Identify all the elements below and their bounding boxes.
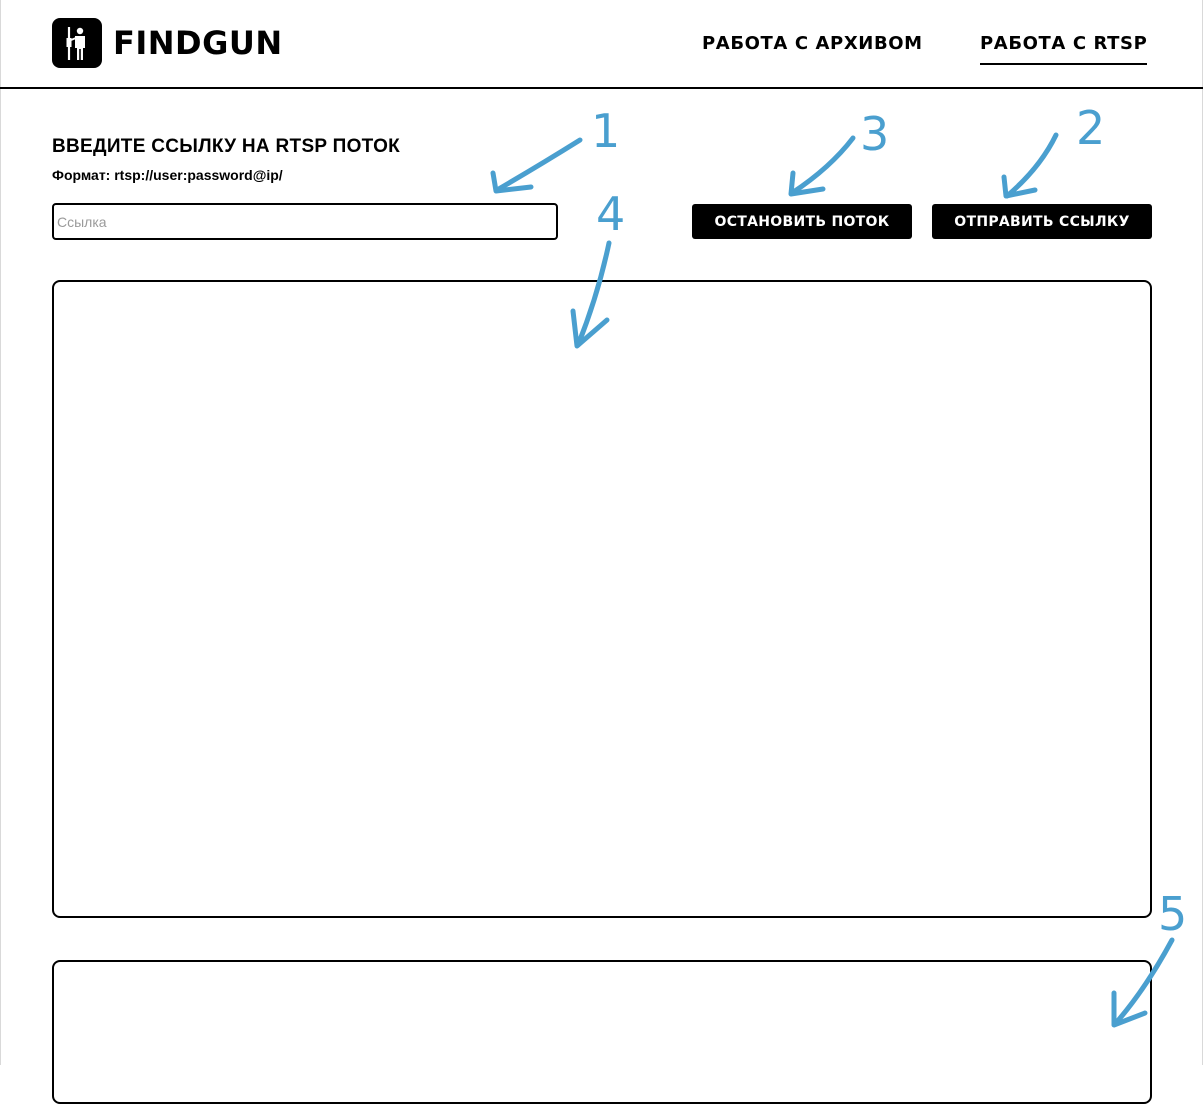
app-name: FINDGUN <box>113 24 283 62</box>
annotation-label: 2 <box>1076 101 1105 155</box>
nav-archive[interactable]: РАБОТА С АРХИВОМ <box>702 33 923 55</box>
soldier-with-rifle-icon <box>52 18 102 68</box>
annotation-arrowhead <box>1001 174 1038 199</box>
logo[interactable]: FINDGUN <box>52 18 283 68</box>
nav-rtsp[interactable]: РАБОТА С RTSP <box>980 33 1148 65</box>
page-title: ВВЕДИТЕ ССЫЛКУ НА RTSP ПОТОК <box>52 136 401 157</box>
annotation-arrow <box>789 135 856 196</box>
video-stream-panel <box>52 280 1152 918</box>
annotation-arrowhead <box>788 170 826 197</box>
rtsp-url-input[interactable] <box>52 203 558 240</box>
annotation-arrow <box>494 137 583 193</box>
format-hint: Формат: rtsp://user:password@ip/ <box>52 167 283 183</box>
header: FINDGUN РАБОТА С АРХИВОМ РАБОТА С RTSP <box>0 0 1203 89</box>
annotation-arrowhead <box>490 170 534 194</box>
annotation-label: 4 <box>596 187 625 241</box>
annotation-arrow <box>1004 132 1059 199</box>
annotation-label: 1 <box>591 104 620 158</box>
results-panel <box>52 960 1152 1104</box>
annotation-label: 5 <box>1158 887 1187 941</box>
stop-stream-button[interactable]: ОСТАНОВИТЬ ПОТОК <box>692 204 912 239</box>
annotation-label: 3 <box>860 107 889 161</box>
send-link-button[interactable]: ОТПРАВИТЬ ССЫЛКУ <box>932 204 1152 239</box>
